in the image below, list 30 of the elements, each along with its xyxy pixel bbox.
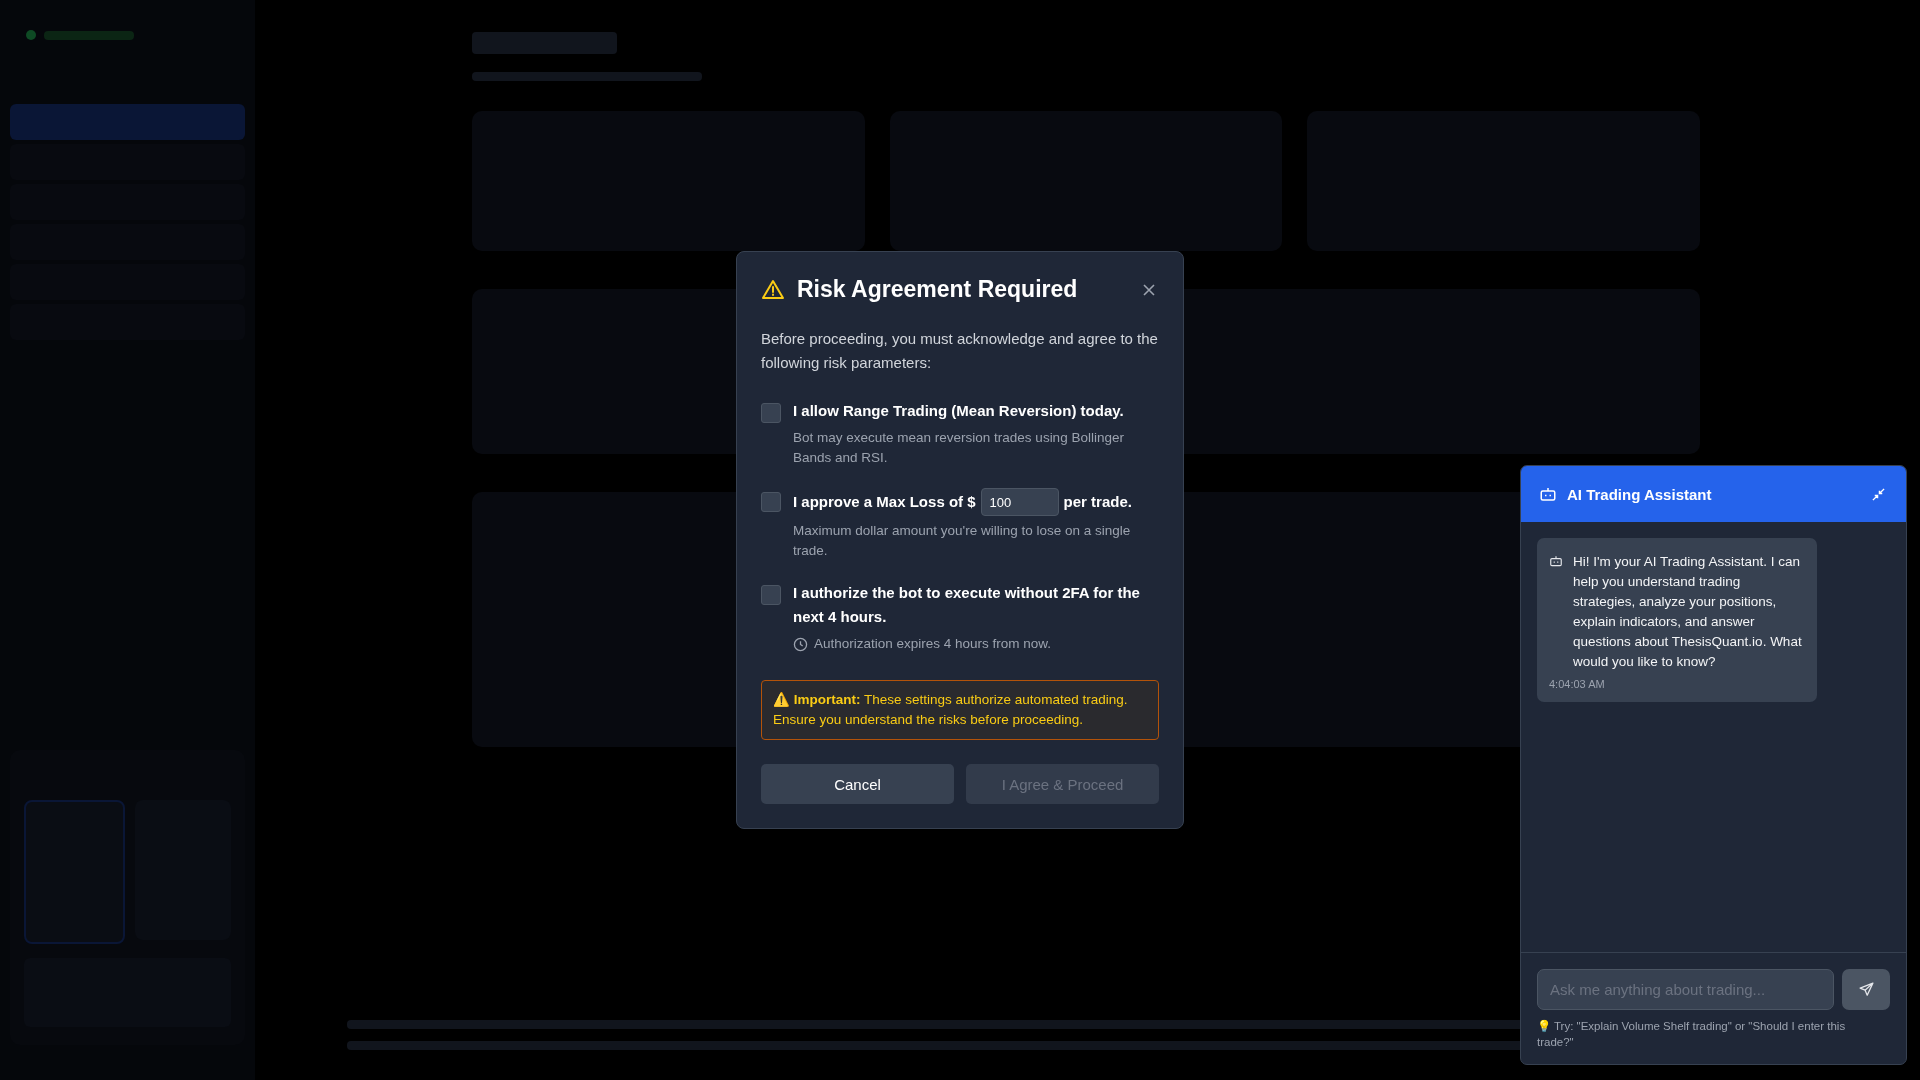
- message-time: 4:04:03 AM: [1549, 678, 1606, 690]
- agreement-label: I allow Range Trading (Mean Reversion) today.: [793, 401, 1125, 421]
- cancel-button[interactable]: Cancel: [761, 764, 954, 804]
- agreement-note: Maximum dollar amount you're willing to lose on a single trade.: [793, 522, 1132, 560]
- send-icon: [1857, 981, 1875, 998]
- warning-icon: [761, 277, 785, 302]
- agreement-label: I approve a Max Loss of $: [793, 492, 976, 512]
- logo-icon: [26, 30, 36, 40]
- chat-title: AI Trading Assistant: [1567, 485, 1713, 503]
- minimize-icon: [1871, 486, 1886, 502]
- agreement-note: Bot may execute mean reversion trades using Bollinger Bands and RSI.: [793, 429, 1125, 467]
- message-text: Hi! I'm your AI Trading Assistant. I can help you understand trading strategies, analyze your positions, explain indicators, and answer questions about ThesisQuant.io. What would you like to know?: [1573, 553, 1803, 671]
- robot-icon: [1539, 485, 1557, 503]
- checkbox[interactable]: [761, 403, 781, 423]
- agreement-note: Authorization expires 4 hours from now.: [814, 635, 1052, 653]
- regime-card[interactable]: [24, 800, 125, 944]
- agreement-label: per trade.: [1063, 492, 1132, 512]
- amount-field[interactable]: 100: [980, 488, 1059, 516]
- robot-icon: [1549, 554, 1563, 568]
- dialog-intro: Before proceeding, you must acknowledge and agree to the following risk parameters:: [761, 329, 1159, 373]
- close-icon: [1141, 281, 1157, 298]
- dialog-title: Risk Agreement Required: [797, 276, 1079, 303]
- warning-text: ⚠ Important: These settings authorize automated trading. Ensure you understand the risks before proceeding.: [773, 691, 1129, 729]
- checkbox[interactable]: [761, 492, 781, 512]
- nav-item[interactable]: [10, 104, 245, 140]
- hint-text: 💡 Try: "Explain Volume Shelf trading" or "Should I enter this trade?": [1537, 1019, 1847, 1050]
- agreement-label: I authorize the bot to execute without 2FA for the next 4 hours.: [793, 583, 1141, 627]
- checkbox[interactable]: [761, 585, 781, 605]
- send-button[interactable]: [1842, 969, 1890, 1010]
- clock-icon: [793, 636, 808, 652]
